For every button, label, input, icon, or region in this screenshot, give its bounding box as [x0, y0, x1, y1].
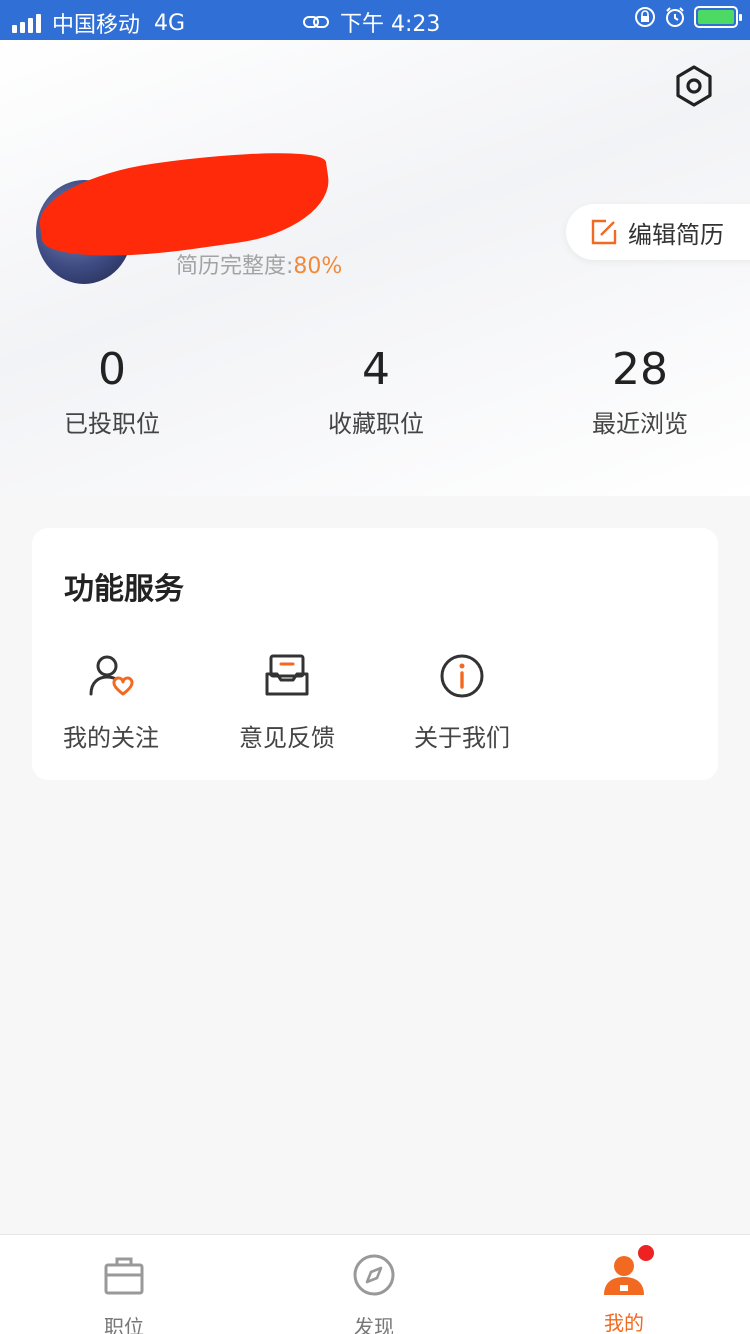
person-icon [604, 1256, 644, 1295]
alarm-icon [666, 7, 684, 27]
battery-icon [694, 6, 742, 28]
services-card: 功能服务 我的关注 意见反馈 关于我们 [32, 528, 718, 780]
resume-completeness: 简历完整度:80% [176, 248, 342, 280]
service-about[interactable]: 关于我们 [402, 652, 522, 753]
briefcase-icon [104, 1257, 144, 1295]
info-icon [440, 654, 484, 698]
stat-value: 28 [612, 344, 668, 395]
profile-header: 简历完整度:80% 编辑简历 0 已投职位 4 收藏职位 28 最近浏览 [0, 40, 750, 496]
stat-applied[interactable]: 0 已投职位 [12, 340, 212, 439]
network-type: 4G [154, 10, 186, 36]
service-label: 我的关注 [63, 724, 159, 752]
tab-label: 发现 [354, 1315, 394, 1334]
stat-value: 0 [98, 344, 126, 395]
edit-icon [591, 219, 617, 245]
bottom-tab-bar: 职位 发现 我的 [0, 1234, 750, 1334]
tab-label: 我的 [604, 1311, 644, 1334]
completeness-value: 80% [293, 254, 343, 279]
rotation-lock-icon [635, 7, 655, 27]
tab-label: 职位 [104, 1315, 144, 1334]
service-label: 意见反馈 [239, 724, 335, 752]
service-feedback[interactable]: 意见反馈 [227, 652, 347, 753]
services-title: 功能服务 [64, 572, 184, 607]
tab-discover[interactable]: 发现 [324, 1253, 424, 1334]
notification-badge-dot [638, 1245, 654, 1261]
carrier-name: 中国移动 [52, 13, 141, 38]
tab-mine[interactable]: 我的 [574, 1245, 674, 1334]
stat-favorites[interactable]: 4 收藏职位 [276, 340, 476, 439]
service-label: 关于我们 [414, 724, 510, 752]
settings-icon[interactable] [672, 64, 716, 108]
edit-resume-label: 编辑简历 [628, 220, 724, 249]
stat-label: 收藏职位 [328, 410, 424, 438]
status-center: 下午 4:23 [302, 6, 440, 38]
clock-time: 下午 4:23 [340, 12, 441, 37]
stats-row: 0 已投职位 4 收藏职位 28 最近浏览 [0, 340, 750, 450]
signal-icon [12, 13, 44, 33]
status-right [634, 6, 742, 28]
compass-icon [353, 1254, 395, 1296]
stat-label: 已投职位 [64, 410, 160, 438]
edit-resume-button[interactable]: 编辑简历 [566, 204, 750, 260]
stat-label: 最近浏览 [592, 410, 688, 438]
status-bar: 中国移动 4G 下午 4:23 [0, 0, 750, 40]
status-left: 中国移动 4G [12, 7, 185, 39]
stat-recent[interactable]: 28 最近浏览 [540, 340, 740, 439]
completeness-label: 简历完整度: [176, 254, 294, 279]
tab-mine-icon-wrap [602, 1245, 654, 1297]
tab-jobs[interactable]: 职位 [74, 1253, 174, 1334]
stat-value: 4 [362, 344, 390, 395]
service-following[interactable]: 我的关注 [51, 652, 171, 753]
link-icon [303, 16, 329, 28]
user-heart-icon [89, 655, 134, 696]
feedback-box-icon [265, 654, 309, 696]
